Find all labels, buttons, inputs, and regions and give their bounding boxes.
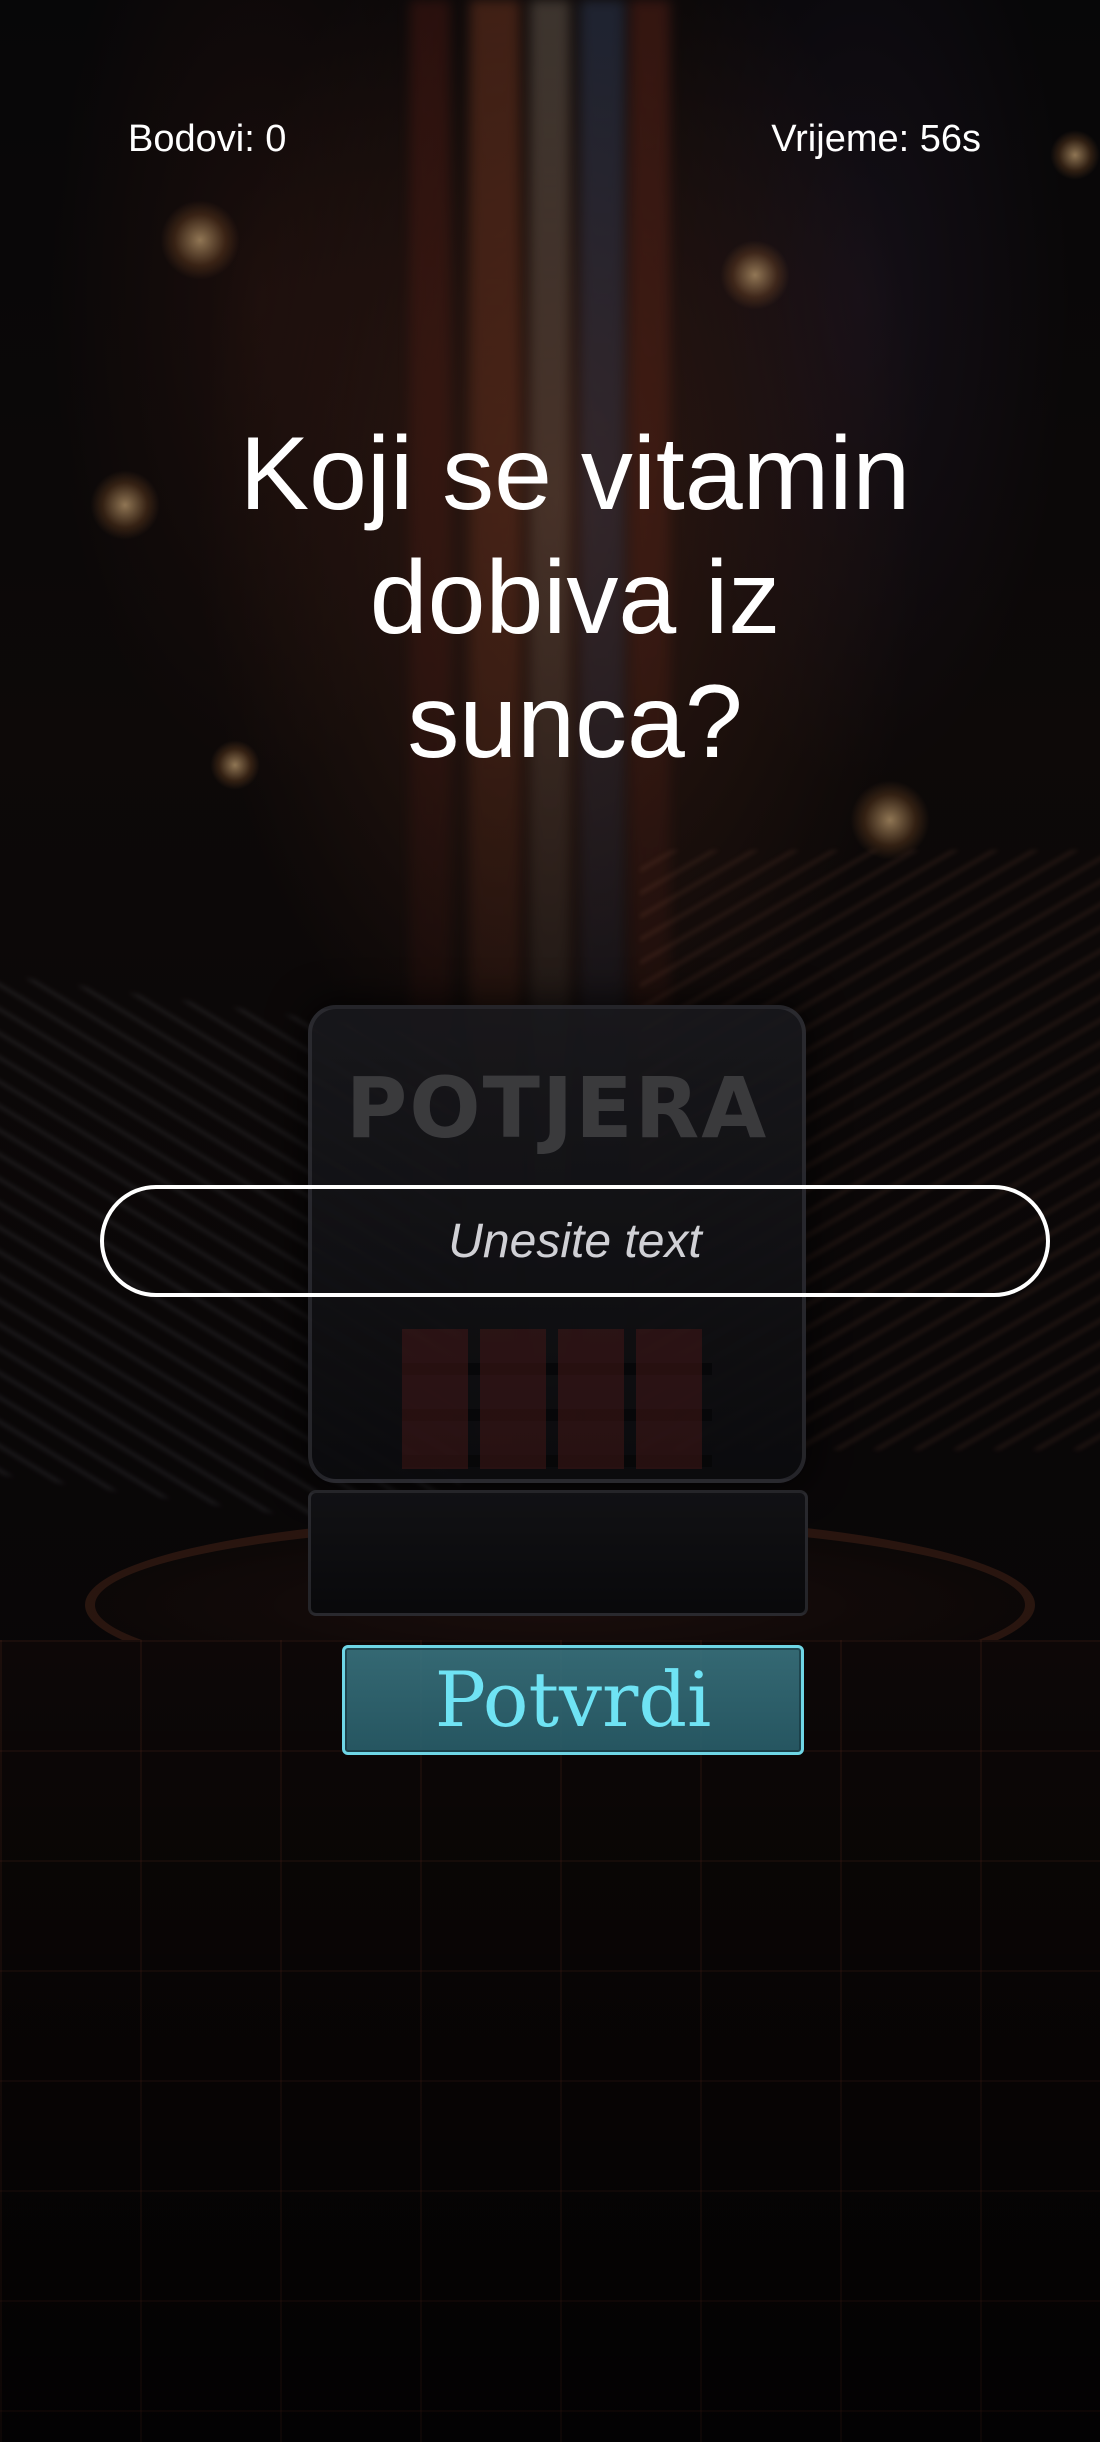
question-line: sunca? xyxy=(407,664,743,780)
answer-input[interactable] xyxy=(100,1185,1050,1297)
question-line: dobiva iz xyxy=(369,540,781,656)
question-line: Koji se vitamin xyxy=(239,416,911,532)
question-text: Koji se vitamin dobiva iz sunca? xyxy=(150,412,1000,784)
confirm-button[interactable]: Potvrdi xyxy=(342,1645,804,1755)
score-label: Bodovi: 0 xyxy=(128,118,287,160)
timer-label: Vrijeme: 56s xyxy=(771,118,981,160)
